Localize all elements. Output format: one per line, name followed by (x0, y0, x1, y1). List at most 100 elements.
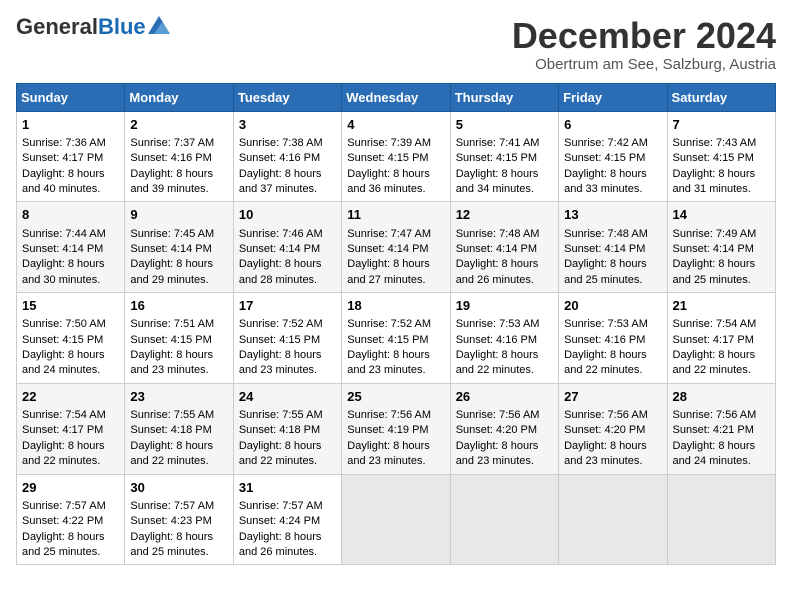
sunset: Sunset: 4:22 PM (22, 515, 103, 527)
calendar-cell: 4Sunrise: 7:39 AMSunset: 4:15 PMDaylight… (342, 111, 450, 202)
calendar-body: 1Sunrise: 7:36 AMSunset: 4:17 PMDaylight… (17, 111, 776, 565)
header-cell-sunday: Sunday (17, 83, 125, 111)
day-number: 3 (239, 116, 336, 134)
calendar-cell: 15 Sunrise: 7:50 AM Sunset: 4:15 PM Dayligh… (17, 293, 125, 384)
calendar-week-4: 22Sunrise: 7:54 AMSunset: 4:17 PMDayligh… (17, 383, 776, 474)
sunset: Sunset: 4:16 PM (130, 152, 211, 164)
calendar-cell: 16Sunrise: 7:51 AMSunset: 4:15 PMDayligh… (125, 293, 233, 384)
sunset: Sunset: 4:14 PM (130, 243, 211, 255)
day-number: 17 (239, 297, 336, 315)
day-number: 20 (564, 297, 661, 315)
daylight: Daylight: 8 hours and 23 minutes. (347, 349, 430, 376)
calendar-cell: 28Sunrise: 7:56 AMSunset: 4:21 PMDayligh… (667, 383, 775, 474)
sunset: Sunset: 4:14 PM (456, 243, 537, 255)
header-cell-tuesday: Tuesday (233, 83, 341, 111)
daylight: Daylight: 8 hours and 26 minutes. (456, 258, 539, 285)
sunset: Sunset: 4:15 PM (347, 334, 428, 346)
sunrise: Sunrise: 7:56 AM (347, 409, 431, 421)
daylight: Daylight: 8 hours and 22 minutes. (130, 440, 213, 467)
daylight: Daylight: 8 hours and 29 minutes. (130, 258, 213, 285)
calendar-cell: 10Sunrise: 7:46 AMSunset: 4:14 PMDayligh… (233, 202, 341, 293)
sunrise: Sunrise: 7:39 AM (347, 137, 431, 149)
title-block: December 2024 Obertrum am See, Salzburg,… (512, 16, 776, 73)
calendar-week-3: 15 Sunrise: 7:50 AM Sunset: 4:15 PM Dayligh… (17, 293, 776, 384)
logo-text: GeneralBlue (16, 16, 146, 38)
calendar-cell: 13Sunrise: 7:48 AMSunset: 4:14 PMDayligh… (559, 202, 667, 293)
sunset: Sunset: 4:15 PM (239, 334, 320, 346)
daylight: Daylight: 8 hours and 36 minutes. (347, 168, 430, 195)
calendar-cell: 3Sunrise: 7:38 AMSunset: 4:16 PMDaylight… (233, 111, 341, 202)
daylight: Daylight: 8 hours and 22 minutes. (22, 440, 105, 467)
sunrise: Sunrise: 7:48 AM (456, 228, 540, 240)
header-cell-saturday: Saturday (667, 83, 775, 111)
sunrise: Sunrise: 7:56 AM (564, 409, 648, 421)
sunset: Sunset: 4:24 PM (239, 515, 320, 527)
day-number: 1 (22, 116, 119, 134)
day-number: 16 (130, 297, 227, 315)
calendar-cell: 31Sunrise: 7:57 AMSunset: 4:24 PMDayligh… (233, 474, 341, 565)
daylight: Daylight: 8 hours and 23 minutes. (130, 349, 213, 376)
day-number: 10 (239, 206, 336, 224)
sunset: Sunset: 4:14 PM (347, 243, 428, 255)
sunset: Sunset: 4:20 PM (456, 424, 537, 436)
daylight: Daylight: 8 hours and 30 minutes. (22, 258, 105, 285)
calendar-cell (342, 474, 450, 565)
calendar-cell: 20Sunrise: 7:53 AMSunset: 4:16 PMDayligh… (559, 293, 667, 384)
daylight: Daylight: 8 hours and 23 minutes. (564, 440, 647, 467)
page-header: GeneralBlue December 2024 Obertrum am Se… (16, 16, 776, 73)
calendar-cell: 14Sunrise: 7:49 AMSunset: 4:14 PMDayligh… (667, 202, 775, 293)
header-row: SundayMondayTuesdayWednesdayThursdayFrid… (17, 83, 776, 111)
daylight: Daylight: 8 hours and 24 minutes. (22, 349, 105, 376)
daylight: Daylight: 8 hours and 22 minutes. (564, 349, 647, 376)
sunrise: Sunrise: 7:52 AM (239, 318, 323, 330)
day-number: 15 (22, 297, 119, 315)
calendar-cell: 9Sunrise: 7:45 AMSunset: 4:14 PMDaylight… (125, 202, 233, 293)
sunrise: Sunrise: 7:53 AM (456, 318, 540, 330)
sunset: Sunset: 4:14 PM (239, 243, 320, 255)
calendar-cell: 23Sunrise: 7:55 AMSunset: 4:18 PMDayligh… (125, 383, 233, 474)
sunset: Sunset: 4:23 PM (130, 515, 211, 527)
calendar-cell: 22Sunrise: 7:54 AMSunset: 4:17 PMDayligh… (17, 383, 125, 474)
sunrise: Sunrise: 7:50 AM (22, 318, 106, 330)
calendar-cell: 30Sunrise: 7:57 AMSunset: 4:23 PMDayligh… (125, 474, 233, 565)
calendar-cell: 12Sunrise: 7:48 AMSunset: 4:14 PMDayligh… (450, 202, 558, 293)
daylight: Daylight: 8 hours and 26 minutes. (239, 531, 322, 558)
calendar-cell (667, 474, 775, 565)
sunrise: Sunrise: 7:43 AM (673, 137, 757, 149)
day-number: 9 (130, 206, 227, 224)
sunrise: Sunrise: 7:46 AM (239, 228, 323, 240)
day-number: 13 (564, 206, 661, 224)
sunset: Sunset: 4:17 PM (673, 334, 754, 346)
calendar-cell: 21Sunrise: 7:54 AMSunset: 4:17 PMDayligh… (667, 293, 775, 384)
sunrise: Sunrise: 7:44 AM (22, 228, 106, 240)
daylight: Daylight: 8 hours and 22 minutes. (673, 349, 756, 376)
daylight: Daylight: 8 hours and 27 minutes. (347, 258, 430, 285)
sunrise: Sunrise: 7:54 AM (22, 409, 106, 421)
calendar-cell: 6Sunrise: 7:42 AMSunset: 4:15 PMDaylight… (559, 111, 667, 202)
sunset: Sunset: 4:15 PM (130, 334, 211, 346)
daylight: Daylight: 8 hours and 33 minutes. (564, 168, 647, 195)
sunrise: Sunrise: 7:53 AM (564, 318, 648, 330)
day-number: 8 (22, 206, 119, 224)
sunset: Sunset: 4:18 PM (239, 424, 320, 436)
sunrise: Sunrise: 7:47 AM (347, 228, 431, 240)
day-number: 19 (456, 297, 553, 315)
daylight: Daylight: 8 hours and 25 minutes. (564, 258, 647, 285)
day-number: 6 (564, 116, 661, 134)
calendar-cell (559, 474, 667, 565)
sunset: Sunset: 4:15 PM (22, 334, 103, 346)
daylight: Daylight: 8 hours and 23 minutes. (456, 440, 539, 467)
sunset: Sunset: 4:15 PM (456, 152, 537, 164)
sunrise: Sunrise: 7:57 AM (239, 500, 323, 512)
day-number: 2 (130, 116, 227, 134)
sunrise: Sunrise: 7:57 AM (22, 500, 106, 512)
calendar-week-1: 1Sunrise: 7:36 AMSunset: 4:17 PMDaylight… (17, 111, 776, 202)
calendar-cell: 11 Sunrise: 7:47 AM Sunset: 4:14 PM Dayligh… (342, 202, 450, 293)
day-number: 11 (347, 206, 444, 224)
day-number: 5 (456, 116, 553, 134)
daylight: Daylight: 8 hours and 31 minutes. (673, 168, 756, 195)
calendar-cell: 25Sunrise: 7:56 AMSunset: 4:19 PMDayligh… (342, 383, 450, 474)
sunset: Sunset: 4:15 PM (673, 152, 754, 164)
logo: GeneralBlue (16, 16, 170, 38)
sunset: Sunset: 4:16 PM (239, 152, 320, 164)
